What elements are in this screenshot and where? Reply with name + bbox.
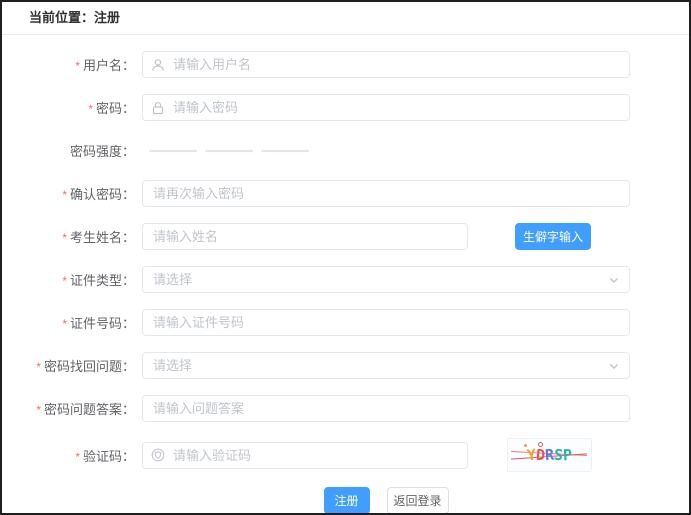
strength-bar	[205, 149, 253, 152]
register-button[interactable]: 注册	[323, 487, 370, 513]
required-asterisk: *	[62, 231, 67, 245]
id-number-input[interactable]	[142, 309, 630, 336]
confirm-password-input[interactable]	[142, 180, 630, 207]
rare-character-input-button[interactable]: 生僻字输入	[515, 223, 591, 250]
registration-form: *用户名： *密码： 密码强度： *确认密码：	[2, 35, 689, 513]
required-asterisk: *	[36, 403, 41, 417]
password-label: * 密码：	[88, 101, 135, 116]
id-type-label: * 证件类型：	[62, 273, 135, 288]
username-input[interactable]	[142, 51, 630, 78]
id-number-row: * 证件号码：	[2, 309, 689, 336]
required-asterisk: *	[62, 317, 67, 331]
password-strength-label: 密码强度：	[69, 144, 135, 159]
form-actions: 注册 返回登录	[142, 487, 630, 513]
required-asterisk: *	[62, 274, 67, 288]
id-type-row: * 证件类型：	[2, 266, 689, 293]
username-row: * 用户名：	[2, 51, 689, 78]
captcha-label: * 验证码：	[75, 448, 135, 464]
password-input[interactable]	[142, 94, 630, 121]
question-answer-row: * 密码问题答案：	[2, 395, 689, 422]
candidate-name-row: *考生姓名： 生僻字输入	[2, 223, 689, 250]
id-type-select[interactable]	[142, 266, 630, 293]
recovery-question-select[interactable]	[142, 352, 630, 379]
required-asterisk: *	[36, 360, 41, 374]
question-answer-label: * 密码问题答案：	[36, 402, 135, 417]
required-asterisk: *	[62, 188, 67, 202]
required-asterisk: *	[75, 59, 80, 73]
confirm-password-row: * 确认密码：	[2, 180, 689, 207]
candidate-name-label: * 考生姓名：	[62, 230, 135, 245]
required-asterisk: *	[75, 449, 80, 464]
captcha-input[interactable]	[142, 441, 468, 469]
confirm-password-label: * 确认密码：	[62, 187, 135, 202]
password-row: * 密码：	[2, 94, 689, 121]
username-label: * 用户名：	[75, 58, 135, 73]
captcha-letter: P	[562, 445, 573, 464]
password-strength-indicator	[142, 137, 309, 164]
recovery-question-row: * 密码找回问题：	[2, 352, 689, 379]
breadcrumb: 当前位置：注册	[2, 2, 689, 35]
candidate-name-input[interactable]	[142, 223, 468, 250]
required-asterisk: *	[88, 102, 93, 116]
question-answer-input[interactable]	[142, 395, 630, 422]
password-strength-row: 密码强度：	[2, 137, 689, 164]
captcha-image[interactable]: YDRSP	[507, 438, 592, 472]
back-to-login-button[interactable]: 返回登录	[386, 487, 449, 513]
strength-bar	[261, 149, 309, 152]
recovery-question-label: * 密码找回问题：	[36, 359, 135, 374]
captcha-row: *验证码： YDRSP	[2, 438, 689, 472]
id-number-label: * 证件号码：	[62, 316, 135, 331]
registration-page: 当前位置：注册 *用户名： *密码： 密码强度：	[0, 0, 691, 515]
strength-bar	[149, 149, 197, 152]
